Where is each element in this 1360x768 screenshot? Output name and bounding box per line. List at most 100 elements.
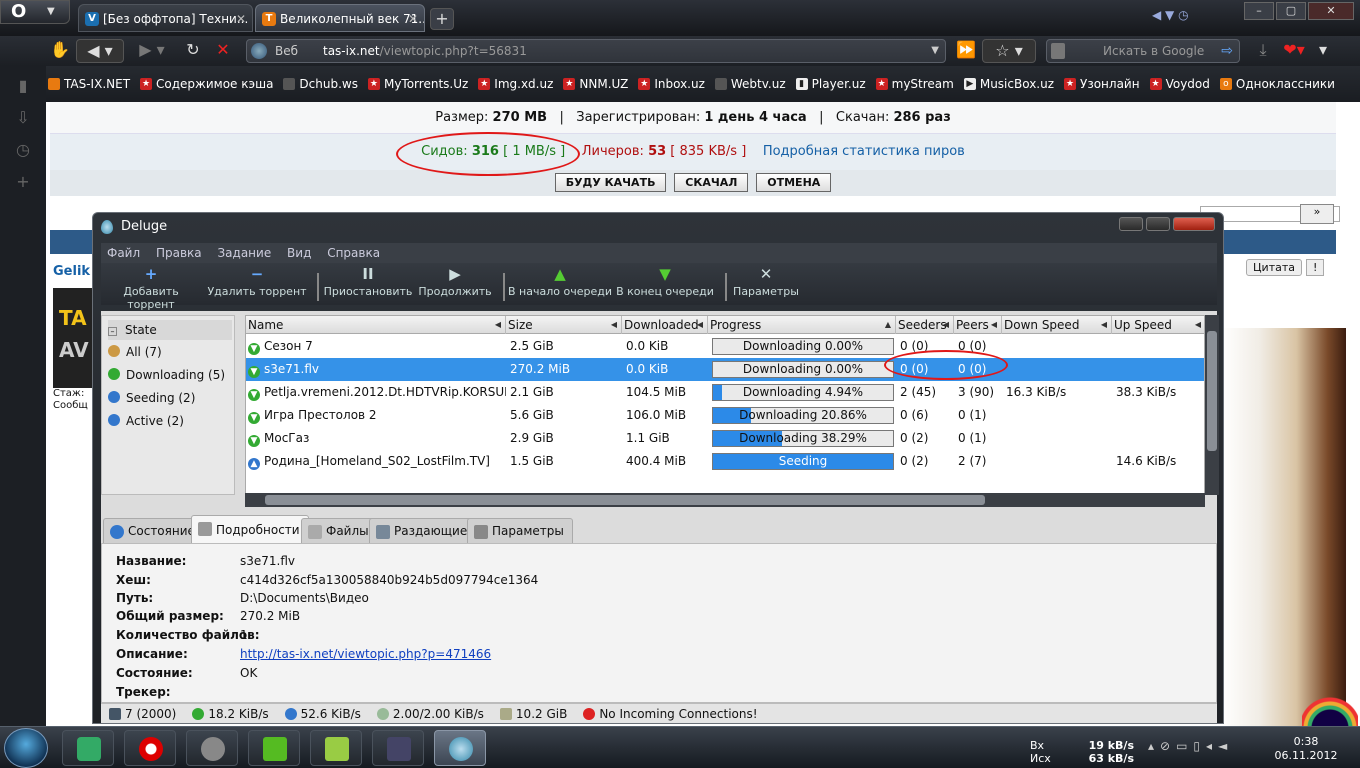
bookmark-item[interactable]: Dchub.ws bbox=[283, 77, 358, 91]
taskbar-opera[interactable] bbox=[124, 730, 176, 766]
bookmark-item[interactable]: ★ Voydod bbox=[1149, 77, 1210, 91]
bookmark-item[interactable]: ★ Inbox.uz bbox=[638, 77, 705, 91]
torrent-row[interactable]: ▼ Сезон 7 2.5 GiB 0.0 KiB Downloading 0.00% 0… bbox=[246, 335, 1204, 358]
close-icon[interactable]: ✕ bbox=[236, 5, 246, 31]
tray-icons[interactable]: ▴⊘▭▯◂◄ bbox=[1148, 739, 1233, 753]
search-input[interactable]: Искать в Google ⇨ bbox=[1046, 39, 1240, 63]
bookmark-item[interactable]: ★ MyTorrents.Uz bbox=[367, 77, 468, 91]
menu-view[interactable]: Вид bbox=[287, 246, 311, 260]
column-down-speed[interactable]: Down Speed ◀ bbox=[1002, 316, 1112, 334]
tab-details[interactable]: Подробности bbox=[191, 515, 309, 544]
heart-icon[interactable]: ❤▾ bbox=[1280, 39, 1308, 63]
bookmark-item[interactable]: TAS-IX.NET bbox=[48, 77, 130, 91]
history-icon[interactable]: ◷ bbox=[13, 140, 33, 160]
tab-options[interactable]: Параметры bbox=[467, 518, 573, 544]
close-icon[interactable]: ✕ bbox=[408, 5, 418, 31]
filter-active[interactable]: Active (2) bbox=[108, 411, 184, 431]
back-button[interactable]: ◀ ▾ bbox=[76, 39, 124, 63]
column-progress[interactable]: Progress ▲ bbox=[708, 316, 896, 334]
menu-icon[interactable]: ▾ bbox=[1312, 39, 1334, 63]
opera-menu-button[interactable]: O ▼ bbox=[0, 0, 70, 24]
pause-button[interactable]: II Приостановить bbox=[323, 263, 413, 305]
taskbar-app[interactable] bbox=[310, 730, 362, 766]
stop-icon[interactable]: ✕ bbox=[212, 39, 234, 63]
chevron-down-icon[interactable]: ▼ bbox=[931, 40, 939, 62]
state-header[interactable]: – State bbox=[108, 320, 232, 340]
cancel-button[interactable]: ОТМЕНА bbox=[756, 173, 832, 192]
menu-edit[interactable]: Правка bbox=[156, 246, 202, 260]
quote-button[interactable]: Цитата bbox=[1246, 259, 1302, 276]
bookmark-star-button[interactable]: ☆ ▾ bbox=[982, 39, 1036, 63]
torrent-row[interactable]: ▼ МосГаз 2.9 GiB 1.1 GiB Downloading 38.29% 0… bbox=[246, 427, 1204, 450]
status-download-speed[interactable]: 18.2 KiB/s bbox=[192, 704, 269, 723]
fast-forward-icon[interactable]: ⏩ bbox=[954, 39, 978, 63]
tab-forum[interactable]: V [Без оффтопа] Техни... ✕ bbox=[78, 4, 253, 32]
address-url[interactable]: tas-ix.net/viewtopic.php?t=56831 bbox=[323, 40, 527, 62]
column-peers[interactable]: Peers ◀ bbox=[954, 316, 1002, 334]
scrollbar-thumb[interactable] bbox=[1207, 331, 1217, 451]
maximize-button[interactable]: ▢ bbox=[1276, 2, 1306, 20]
bookmark-item[interactable]: ▮ Player.uz bbox=[795, 77, 866, 91]
filter-all[interactable]: All (7) bbox=[108, 342, 162, 362]
column-up-speed[interactable]: Up Speed ◀ bbox=[1112, 316, 1204, 334]
filter-downloading[interactable]: Downloading (5) bbox=[108, 365, 225, 385]
search-go-icon[interactable]: ⇨ bbox=[1221, 40, 1233, 62]
deluge-title-bar[interactable]: Deluge bbox=[93, 213, 1223, 241]
forum-search-button[interactable]: » bbox=[1300, 204, 1334, 224]
resume-button[interactable]: ▶ Продолжить bbox=[415, 263, 495, 305]
bookmark-item[interactable]: ★ myStream bbox=[875, 77, 954, 91]
panel-icon[interactable]: ▮ bbox=[13, 76, 33, 96]
column-size[interactable]: Size ◀ bbox=[506, 316, 622, 334]
vertical-scrollbar[interactable] bbox=[1205, 315, 1219, 495]
clock[interactable]: 0:38 06.11.2012 bbox=[1274, 735, 1338, 763]
menu-torrent[interactable]: Задание bbox=[217, 246, 271, 260]
detail-comment-link[interactable]: http://tas-ix.net/viewtopic.php?p=471466 bbox=[240, 647, 491, 661]
report-button[interactable]: ! bbox=[1306, 259, 1325, 276]
download-icon[interactable]: ⤓ bbox=[1252, 39, 1274, 63]
start-button[interactable] bbox=[4, 728, 48, 768]
status-incoming[interactable]: No Incoming Connections! bbox=[583, 704, 758, 723]
add-torrent-button[interactable]: + Добавить торрент bbox=[101, 263, 201, 311]
tab-status[interactable]: Состояние bbox=[103, 518, 204, 544]
download-icon[interactable]: ⇩ bbox=[13, 108, 33, 128]
torrent-row[interactable]: ▼ Игра Престолов 2 5.6 GiB 106.0 MiB Downloa… bbox=[246, 404, 1204, 427]
bookmark-item[interactable]: ★ Содержимое кэша bbox=[140, 77, 273, 91]
taskbar-app[interactable] bbox=[248, 730, 300, 766]
address-field[interactable]: Веб tas-ix.net/viewtopic.php?t=56831 ▼ bbox=[246, 39, 946, 63]
scrollbar-thumb[interactable] bbox=[265, 495, 985, 505]
minimize-button[interactable]: – bbox=[1244, 2, 1274, 20]
status-connections[interactable]: 7 (2000) bbox=[109, 704, 176, 723]
bookmark-item[interactable]: о Одноклассники bbox=[1219, 77, 1335, 91]
opera-unite-icon[interactable]: ✋ bbox=[50, 39, 70, 63]
queue-bottom-button[interactable]: ▼ В конец очереди bbox=[615, 263, 715, 305]
close-window-button[interactable] bbox=[1173, 217, 1215, 231]
remove-torrent-button[interactable]: − Удалить торрент bbox=[207, 263, 307, 305]
tab-peers[interactable]: Раздающие bbox=[369, 518, 477, 544]
status-upload-speed[interactable]: 52.6 KiB/s bbox=[284, 704, 361, 723]
reload-icon[interactable]: ↻ bbox=[182, 39, 204, 63]
taskbar-app[interactable] bbox=[62, 730, 114, 766]
preferences-button[interactable]: ✕ Параметры bbox=[731, 263, 801, 305]
bookmark-item[interactable]: ★ NNM.UZ bbox=[563, 77, 628, 91]
minimize-button[interactable] bbox=[1119, 217, 1143, 231]
bookmark-item[interactable]: ★ Узонлайн bbox=[1064, 77, 1140, 91]
bookmark-item[interactable]: ▶ MusicBox.uz bbox=[963, 77, 1054, 91]
menu-help[interactable]: Справка bbox=[327, 246, 380, 260]
forward-button[interactable]: ▶ ▾ bbox=[128, 39, 176, 63]
queue-top-button[interactable]: ▲ В начало очереди bbox=[507, 263, 613, 305]
torrent-row[interactable]: ▼ s3e71.flv 270.2 MiB 0.0 KiB Downloading 0.… bbox=[246, 358, 1204, 381]
torrent-row[interactable]: ▲ Родина_[Homeland_S02_LostFilm.TV] 1.5 Gi… bbox=[246, 450, 1204, 473]
close-window-button[interactable]: ✕ bbox=[1308, 2, 1354, 20]
column-downloaded[interactable]: Downloaded ◀ bbox=[622, 316, 708, 334]
new-tab-button[interactable]: + bbox=[430, 8, 454, 30]
taskbar-deluge[interactable] bbox=[434, 730, 486, 766]
tab-files[interactable]: Файлы bbox=[301, 518, 378, 544]
taskbar-app[interactable] bbox=[186, 730, 238, 766]
bookmark-item[interactable]: Webtv.uz bbox=[714, 77, 786, 91]
tab-tas-ix[interactable]: T Великолепный век 71... ✕ bbox=[255, 4, 425, 32]
column-seeders[interactable]: Seeders ◀ bbox=[896, 316, 954, 334]
column-name[interactable]: Name ◀ bbox=[246, 316, 506, 334]
add-panel-icon[interactable]: + bbox=[13, 172, 33, 192]
tab-tools-icons[interactable]: ◀ ▼ ◷ bbox=[1152, 8, 1189, 22]
taskbar-app[interactable] bbox=[372, 730, 424, 766]
